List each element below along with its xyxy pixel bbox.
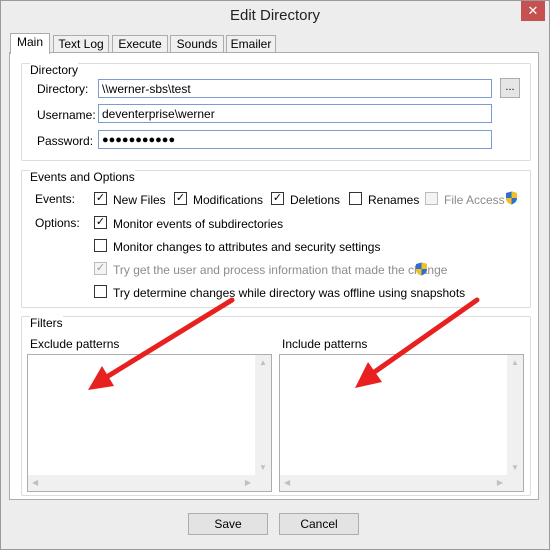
include-vertical-scrollbar[interactable]: ▲ ▼ <box>507 355 523 475</box>
checkmark-icon: ✓ <box>95 216 106 228</box>
filters-group: Filters Exclude patterns Include pattern… <box>21 316 531 496</box>
scrollbar-corner <box>507 475 523 491</box>
tab-sounds[interactable]: Sounds <box>170 35 224 53</box>
renames-label: Renames <box>368 193 420 207</box>
window-title: Edit Directory <box>229 7 321 24</box>
tab-text-log[interactable]: Text Log <box>53 35 109 53</box>
title-bar[interactable]: Edit Directory ✕ <box>1 1 549 32</box>
password-label: Password: <box>37 134 94 148</box>
scroll-down-arrow[interactable]: ▼ <box>259 463 267 472</box>
username-field[interactable]: deventerprise\werner <box>98 104 492 123</box>
directory-group-title: Directory <box>30 63 79 77</box>
checkmark-icon: ✓ <box>95 192 106 204</box>
tab-main[interactable]: Main <box>10 33 50 54</box>
scroll-up-arrow[interactable]: ▲ <box>511 358 519 367</box>
events-label: Events: <box>35 192 76 206</box>
checkmark-icon: ✓ <box>175 192 186 204</box>
scroll-left-arrow[interactable]: ◀ <box>284 478 290 487</box>
scroll-right-arrow[interactable]: ▶ <box>245 478 251 487</box>
exclude-patterns-list[interactable]: ▲ ▼ ◀ ▶ <box>27 354 272 492</box>
deletions-label: Deletions <box>290 193 341 207</box>
exclude-horizontal-scrollbar[interactable]: ◀ ▶ <box>28 475 255 491</box>
exclude-patterns-label: Exclude patterns <box>30 337 120 351</box>
exclude-vertical-scrollbar[interactable]: ▲ ▼ <box>255 355 271 475</box>
file-access-checkbox <box>425 192 438 205</box>
browse-button[interactable]: ... <box>500 78 520 98</box>
password-field[interactable]: ●●●●●●●●●●● <box>98 130 492 149</box>
file-access-label: File Access <box>444 193 505 207</box>
events-options-group: Events and Options Events: Options: ✓ Ne… <box>21 170 531 308</box>
tab-execute[interactable]: Execute <box>112 35 168 53</box>
directory-group: Directory Directory: \\werner-sbs\test .… <box>21 63 531 161</box>
offline-snapshots-checkbox[interactable] <box>94 285 107 298</box>
username-label: Username: <box>37 108 96 122</box>
new-files-checkbox[interactable]: ✓ <box>94 192 107 205</box>
shield-icon <box>416 262 427 276</box>
close-button[interactable]: ✕ <box>521 1 545 21</box>
new-files-label: New Files <box>113 193 166 207</box>
include-patterns-label: Include patterns <box>282 337 368 351</box>
main-tab-page: Directory Directory: \\werner-sbs\test .… <box>9 52 539 500</box>
modifications-label: Modifications <box>193 193 264 207</box>
options-label: Options: <box>35 216 80 230</box>
user-process-info-label: Try get the user and process information… <box>113 263 448 277</box>
monitor-subdirectories-label: Monitor events of subdirectories <box>113 217 284 231</box>
scroll-right-arrow[interactable]: ▶ <box>497 478 503 487</box>
directory-label: Directory: <box>37 82 89 96</box>
filters-group-title: Filters <box>30 316 63 330</box>
offline-snapshots-label: Try determine changes while directory wa… <box>113 286 466 300</box>
close-icon: ✕ <box>527 3 539 18</box>
user-process-info-checkbox: ✓ <box>94 262 107 275</box>
events-options-group-title: Events and Options <box>30 170 135 184</box>
monitor-subdirectories-checkbox[interactable]: ✓ <box>94 216 107 229</box>
scrollbar-corner <box>255 475 271 491</box>
checkmark-icon: ✓ <box>95 262 106 274</box>
scroll-left-arrow[interactable]: ◀ <box>32 478 38 487</box>
modifications-checkbox[interactable]: ✓ <box>174 192 187 205</box>
checkmark-icon: ✓ <box>272 192 283 204</box>
deletions-checkbox[interactable]: ✓ <box>271 192 284 205</box>
renames-checkbox[interactable] <box>349 192 362 205</box>
scroll-up-arrow[interactable]: ▲ <box>259 358 267 367</box>
include-horizontal-scrollbar[interactable]: ◀ ▶ <box>280 475 507 491</box>
include-patterns-list[interactable]: ▲ ▼ ◀ ▶ <box>279 354 524 492</box>
save-button[interactable]: Save <box>188 513 268 535</box>
shield-icon <box>506 191 517 205</box>
scroll-down-arrow[interactable]: ▼ <box>511 463 519 472</box>
monitor-attributes-checkbox[interactable] <box>94 239 107 252</box>
monitor-attributes-label: Monitor changes to attributes and securi… <box>113 240 381 254</box>
cancel-button[interactable]: Cancel <box>279 513 359 535</box>
tab-emailer[interactable]: Emailer <box>226 35 276 53</box>
directory-field[interactable]: \\werner-sbs\test <box>98 79 492 98</box>
